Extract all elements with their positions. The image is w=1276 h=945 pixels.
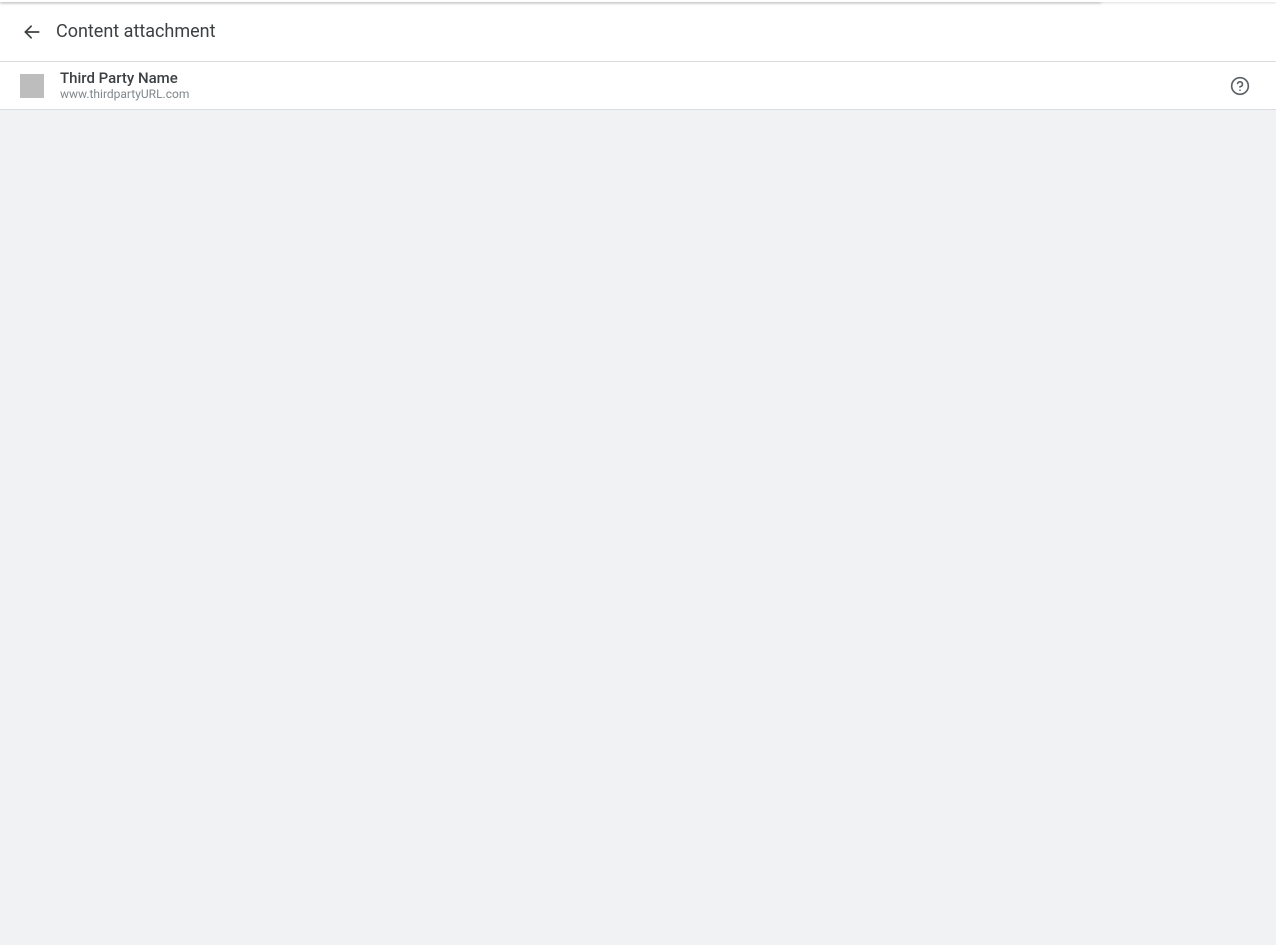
- header-bar: Content attachment: [0, 2, 1276, 62]
- provider-bar: Third Party Name www.thirdpartyURL.com: [0, 62, 1276, 110]
- provider-url: www.thirdpartyURL.com: [60, 87, 1228, 102]
- page-title: Content attachment: [56, 21, 216, 42]
- help-icon: [1230, 76, 1250, 96]
- arrow-back-icon: [22, 22, 42, 42]
- content-area: [0, 110, 1276, 945]
- provider-info: Third Party Name www.thirdpartyURL.com: [60, 69, 1228, 102]
- provider-logo: [20, 74, 44, 98]
- help-button[interactable]: [1228, 74, 1252, 98]
- top-divider: [0, 0, 1276, 2]
- provider-name: Third Party Name: [60, 69, 1228, 87]
- back-button[interactable]: [20, 20, 44, 44]
